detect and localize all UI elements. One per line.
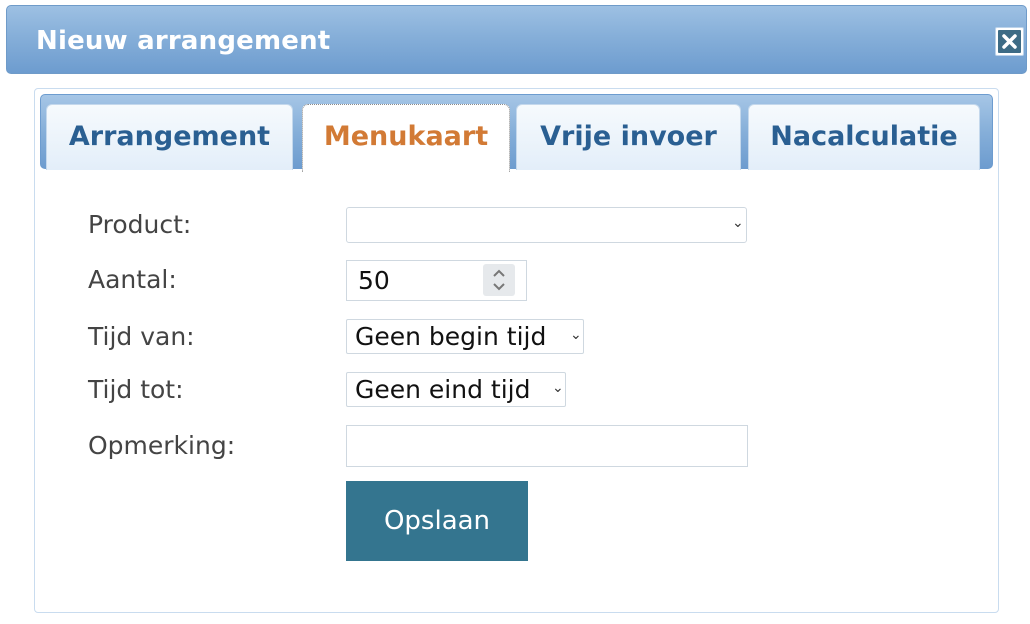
tijd-van-select[interactable]: Geen begin tijd ⌄ (346, 319, 584, 354)
tijd-tot-value: Geen eind tijd (355, 375, 531, 404)
aantal-value: 50 (358, 266, 390, 295)
close-button[interactable] (995, 27, 1024, 56)
tijd-van-value: Geen begin tijd (355, 322, 547, 351)
aantal-label: Aantal: (88, 265, 177, 294)
close-icon (996, 28, 1023, 55)
tijd-van-label: Tijd van: (88, 322, 195, 351)
tab-strip: Arrangement Menukaart Vrije invoer Nacal… (40, 94, 993, 172)
tijd-tot-select[interactable]: Geen eind tijd ⌄ (346, 372, 566, 407)
dialog-title: Nieuw arrangement (36, 26, 331, 56)
chevron-down-icon: ⌄ (570, 327, 582, 343)
chevron-down-icon: ⌄ (552, 380, 564, 396)
tab-nacalculatie[interactable]: Nacalculatie (748, 104, 980, 170)
product-select[interactable]: ⌄ (346, 207, 747, 243)
tab-arrangement[interactable]: Arrangement (46, 104, 293, 170)
chevron-down-icon: ⌄ (732, 215, 744, 231)
product-label: Product: (88, 210, 192, 239)
aantal-input[interactable]: 50 (346, 260, 527, 301)
tab-vrije-invoer[interactable]: Vrije invoer (516, 104, 741, 170)
tijd-tot-label: Tijd tot: (88, 375, 184, 404)
save-button[interactable]: Opslaan (346, 481, 528, 561)
stepper-icon[interactable] (483, 264, 515, 296)
opmerking-label: Opmerking: (88, 431, 236, 460)
dialog-titlebar: Nieuw arrangement (6, 5, 1027, 74)
tab-menukaart[interactable]: Menukaart (302, 104, 510, 172)
opmerking-input[interactable] (346, 425, 748, 467)
